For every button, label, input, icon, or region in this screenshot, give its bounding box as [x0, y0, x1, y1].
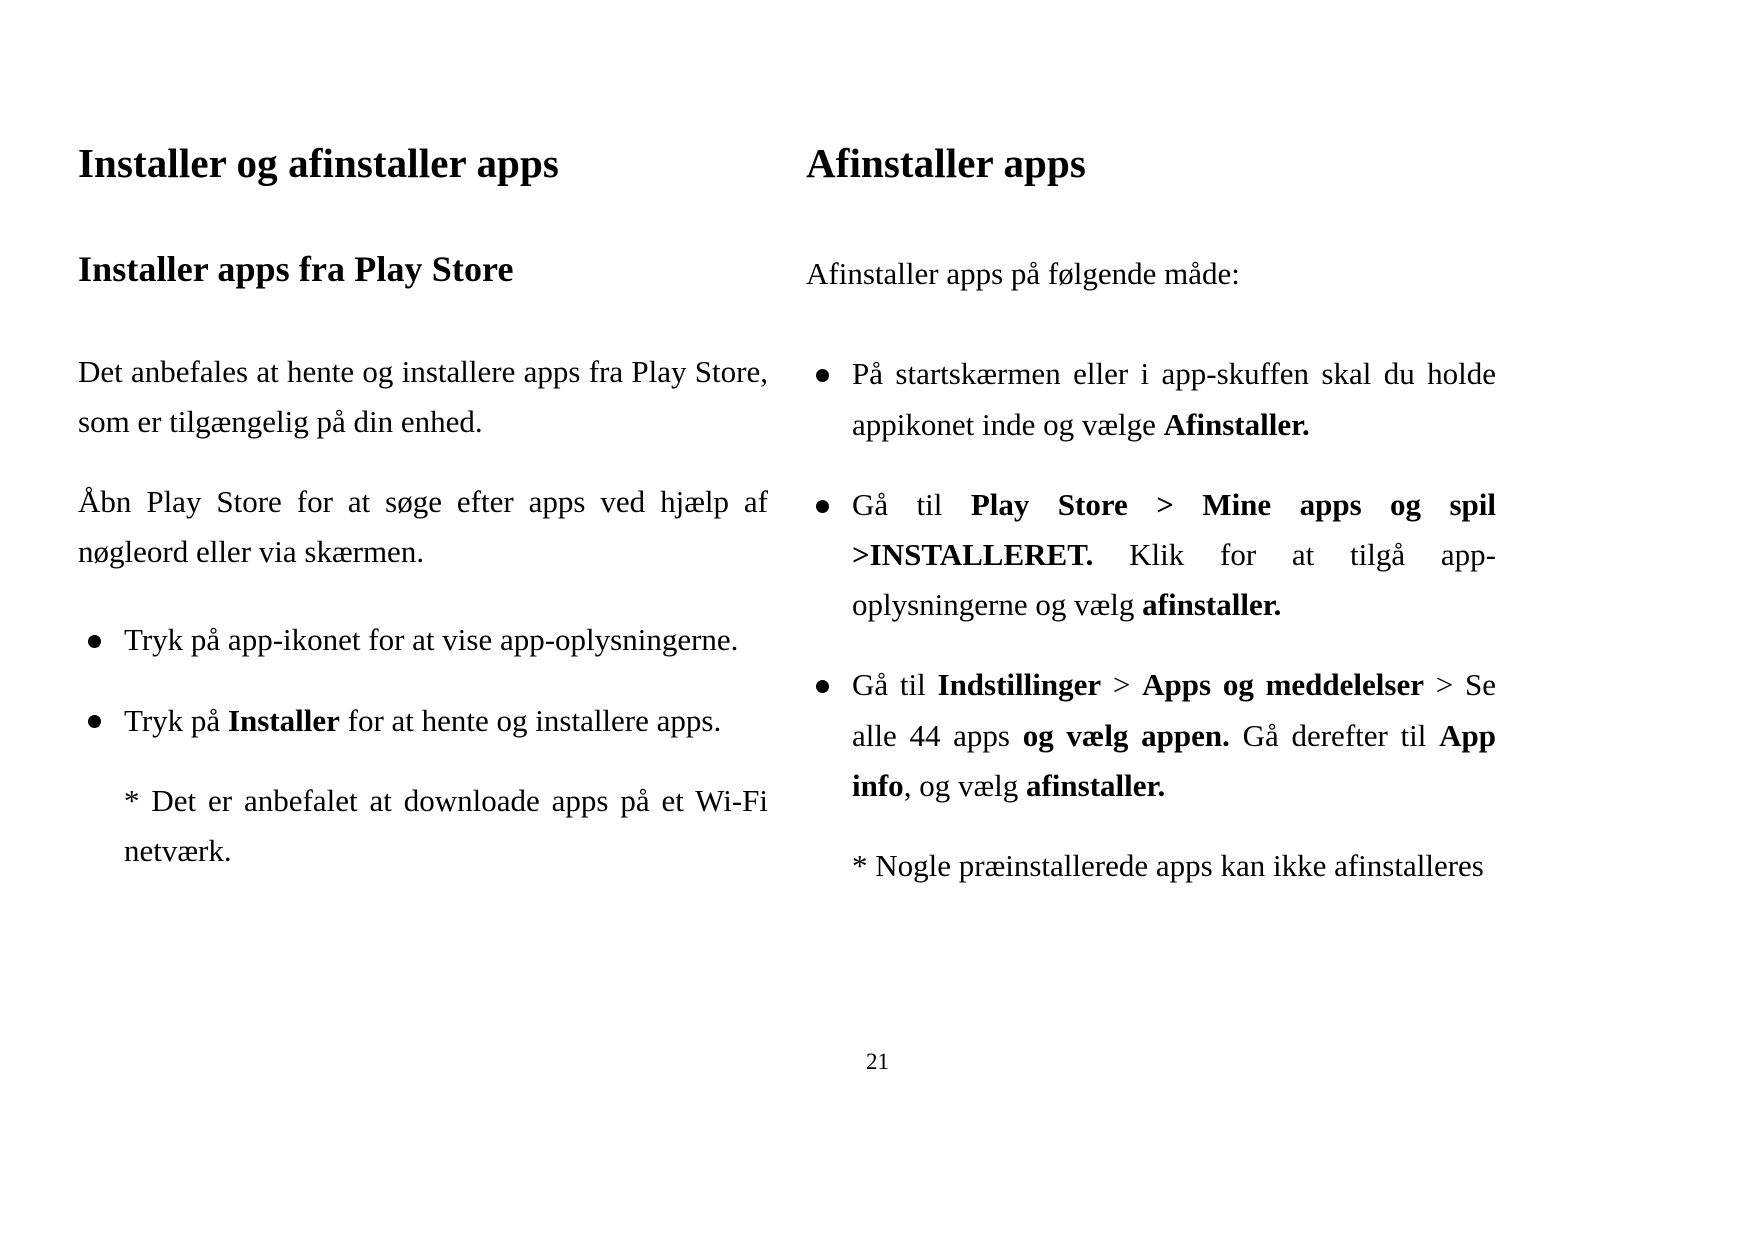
list-item-text-2: >: [1101, 667, 1143, 703]
list-item-text-5: , og vælg: [903, 767, 1026, 803]
bullet-icon: [88, 715, 101, 729]
left-column: Installer og afinstaller apps Installer …: [78, 140, 768, 891]
two-column-layout: Installer og afinstaller apps Installer …: [78, 140, 1678, 891]
list-item-text-1: Gå til: [852, 667, 938, 703]
list-item-text-before: Tryk på app-ikonet for at vise app-oplys…: [124, 622, 739, 658]
section-heading-install: Installer apps fra Play Store: [78, 249, 514, 290]
page-title: Installer og afinstaller apps: [78, 140, 559, 186]
list-item: På startskærmen eller i app-skuffen skal…: [806, 349, 1496, 449]
paragraph-search-apps: Åbn Play Store for at søge efter apps ve…: [78, 483, 768, 570]
list-item-text-1: Gå til: [852, 486, 971, 522]
bullet-icon: [88, 635, 101, 649]
list-item-emphasis-2: afinstaller.: [1142, 587, 1282, 623]
page-number: 21: [866, 1049, 889, 1074]
footnote-wifi: * Det er anbefalet at downloade apps på …: [124, 782, 768, 869]
list-item: Gå til Indstillinger > Apps og meddelels…: [806, 660, 1496, 811]
list-item: Gå til Play Store > Mine apps og spil >I…: [806, 480, 1496, 631]
list-item-text-4: Gå derefter til: [1229, 717, 1440, 753]
list-item-emphasis-5: afinstaller.: [1025, 767, 1166, 803]
bullet-icon: [816, 499, 829, 513]
install-steps-list: Tryk på app-ikonet for at vise app-oplys…: [78, 615, 768, 745]
bullet-icon: [816, 680, 829, 694]
paragraph-play-store-recommendation: Det anbefales at hente og installere app…: [78, 353, 768, 439]
bullet-icon: [816, 369, 829, 383]
list-item-emphasis: Installer: [227, 702, 340, 738]
list-item-text-after: for at hente og installere apps.: [339, 702, 722, 738]
document-page: Installer og afinstaller apps Installer …: [0, 0, 1755, 1240]
uninstall-steps-list: På startskærmen eller i app-skuffen skal…: [806, 349, 1496, 811]
list-item-emphasis-2: Apps og meddelelser: [1142, 667, 1424, 703]
list-item-emphasis-1: Afinstaller.: [1163, 406, 1310, 442]
paragraph-uninstall-intro: Afinstaller apps på følgende måde:: [806, 256, 1240, 292]
list-item-text-before: Tryk på: [124, 702, 228, 738]
list-item: Tryk på Installer for at hente og instal…: [78, 696, 768, 746]
right-column: Afinstaller apps Afinstaller apps på føl…: [806, 140, 1496, 891]
list-item-emphasis-3: og vælg appen.: [1022, 717, 1230, 753]
list-item: Tryk på app-ikonet for at vise app-oplys…: [78, 615, 768, 665]
list-item-emphasis-1: Indstillinger: [937, 667, 1102, 703]
section-heading-uninstall: Afinstaller apps: [806, 140, 1086, 186]
footnote-preinstalled: * Nogle præinstallerede apps kan ikke af…: [852, 848, 1484, 884]
